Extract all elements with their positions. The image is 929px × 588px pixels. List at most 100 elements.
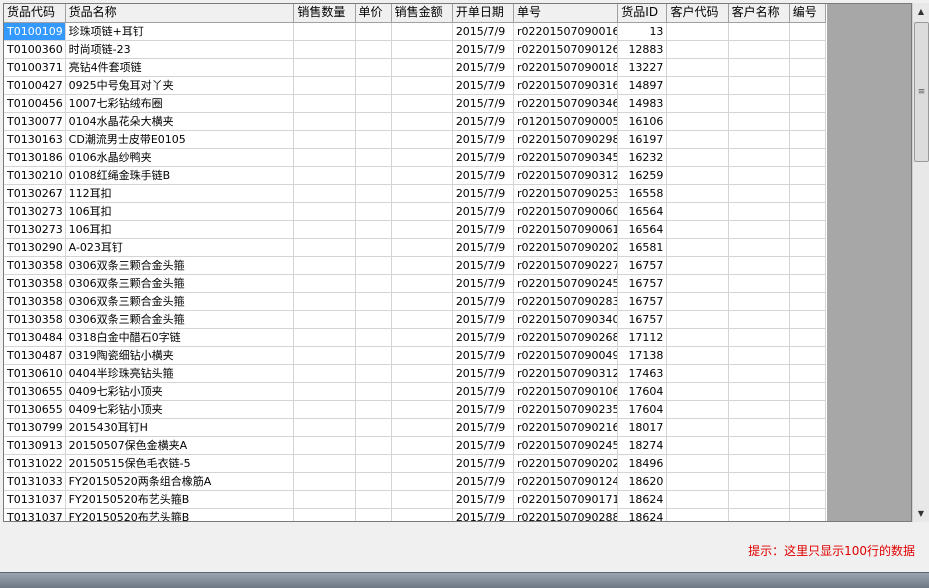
table-cell[interactable]: r02201507090061 <box>513 220 619 239</box>
table-cell[interactable]: T0130210 <box>4 166 66 185</box>
table-cell[interactable] <box>728 436 790 455</box>
table-cell[interactable] <box>355 58 392 77</box>
table-cell[interactable]: 17112 <box>617 328 668 347</box>
table-cell[interactable] <box>391 40 453 59</box>
table-cell[interactable] <box>666 202 729 221</box>
table-cell[interactable]: 2015/7/9 <box>452 202 514 221</box>
table-row[interactable]: T0130913 20150507保色金横夹A 2015/7/9 r022015070… <box>4 436 827 455</box>
table-cell[interactable] <box>789 166 827 185</box>
table-cell[interactable]: 112耳扣 <box>65 184 295 203</box>
table-cell[interactable] <box>293 184 356 203</box>
table-row[interactable]: T0130487 0319陶瓷细钻小横夹 2015/7/9 r022015070900… <box>4 346 827 365</box>
table-cell[interactable]: 18017 <box>617 418 668 437</box>
table-cell[interactable]: 2015/7/9 <box>452 166 514 185</box>
table-cell[interactable] <box>666 292 729 311</box>
table-cell[interactable] <box>391 418 453 437</box>
table-cell[interactable]: 14983 <box>617 94 668 113</box>
table-cell[interactable] <box>728 508 790 521</box>
table-cell[interactable] <box>728 256 790 275</box>
table-cell[interactable]: 2015/7/9 <box>452 436 514 455</box>
table-cell[interactable]: 2015/7/9 <box>452 490 514 509</box>
table-cell[interactable] <box>391 148 453 167</box>
table-cell[interactable]: 18274 <box>617 436 668 455</box>
table-cell[interactable] <box>293 472 356 491</box>
table-cell[interactable] <box>789 220 827 239</box>
table-cell[interactable]: 13 <box>617 22 668 41</box>
table-cell[interactable] <box>355 166 392 185</box>
table-cell[interactable] <box>789 364 827 383</box>
table-cell[interactable] <box>355 274 392 293</box>
table-cell[interactable]: 14897 <box>617 76 668 95</box>
table-cell[interactable]: 16757 <box>617 310 668 329</box>
table-cell[interactable]: T0130163 <box>4 130 66 149</box>
table-cell[interactable]: 2015/7/9 <box>452 508 514 521</box>
table-cell[interactable]: 0409七彩钻小顶夹 <box>65 400 295 419</box>
table-cell[interactable] <box>789 328 827 347</box>
table-cell[interactable] <box>355 436 392 455</box>
table-cell[interactable] <box>666 76 729 95</box>
table-cell[interactable]: 16259 <box>617 166 668 185</box>
table-cell[interactable] <box>666 256 729 275</box>
table-cell[interactable] <box>355 490 392 509</box>
vertical-scrollbar[interactable]: ▲ ≡ ▼ <box>912 3 929 522</box>
table-cell[interactable] <box>391 328 453 347</box>
table-cell[interactable]: 17463 <box>617 364 668 383</box>
table-cell[interactable]: 2015/7/9 <box>452 148 514 167</box>
table-cell[interactable]: 2015/7/9 <box>452 238 514 257</box>
table-cell[interactable]: r02201507090298 <box>513 130 619 149</box>
table-cell[interactable] <box>391 310 453 329</box>
table-cell[interactable] <box>391 130 453 149</box>
table-cell[interactable]: 17138 <box>617 346 668 365</box>
table-cell[interactable]: T0130077 <box>4 112 66 131</box>
table-cell[interactable] <box>355 454 392 473</box>
table-cell[interactable] <box>355 220 392 239</box>
table-cell[interactable]: 16558 <box>617 184 668 203</box>
table-cell[interactable]: FY20150520布艺头箍B <box>65 490 295 509</box>
table-cell[interactable]: 17604 <box>617 382 668 401</box>
table-cell[interactable]: 2015/7/9 <box>452 454 514 473</box>
table-cell[interactable] <box>293 454 356 473</box>
table-cell[interactable] <box>666 184 729 203</box>
table-cell[interactable]: 2015/7/9 <box>452 274 514 293</box>
table-cell[interactable] <box>728 220 790 239</box>
table-cell[interactable] <box>728 238 790 257</box>
column-header[interactable]: 销售数量 <box>293 4 356 23</box>
table-cell[interactable] <box>355 202 392 221</box>
table-cell[interactable]: r02201507090235 <box>513 400 619 419</box>
table-cell[interactable] <box>355 130 392 149</box>
table-cell[interactable]: 0404半珍珠亮钻头箍 <box>65 364 295 383</box>
table-cell[interactable] <box>789 400 827 419</box>
table-cell[interactable] <box>293 418 356 437</box>
table-cell[interactable] <box>293 508 356 521</box>
table-cell[interactable]: 106耳扣 <box>65 202 295 221</box>
table-cell[interactable]: 16581 <box>617 238 668 257</box>
table-cell[interactable]: r02201507090283 <box>513 292 619 311</box>
table-cell[interactable] <box>355 292 392 311</box>
table-cell[interactable] <box>666 22 729 41</box>
table-cell[interactable] <box>293 94 356 113</box>
scroll-up-arrow-icon[interactable]: ▲ <box>913 3 929 20</box>
table-cell[interactable]: T0130799 <box>4 418 66 437</box>
table-cell[interactable]: 16564 <box>617 202 668 221</box>
table-cell[interactable]: 13227 <box>617 58 668 77</box>
table-cell[interactable]: 2015430耳钉H <box>65 418 295 437</box>
table-cell[interactable] <box>666 274 729 293</box>
table-cell[interactable]: r02201507090216 <box>513 418 619 437</box>
table-cell[interactable] <box>789 184 827 203</box>
table-cell[interactable]: 2015/7/9 <box>452 382 514 401</box>
table-cell[interactable] <box>293 130 356 149</box>
table-row[interactable]: T0130358 0306双条三颗合金头箍 2015/7/9 r02201507090… <box>4 274 827 293</box>
table-cell[interactable] <box>789 130 827 149</box>
table-cell[interactable]: 2015/7/9 <box>452 346 514 365</box>
table-cell[interactable] <box>728 22 790 41</box>
table-cell[interactable] <box>728 40 790 59</box>
table-cell[interactable] <box>293 274 356 293</box>
table-cell[interactable] <box>728 148 790 167</box>
table-cell[interactable]: 16106 <box>617 112 668 131</box>
table-cell[interactable]: 0319陶瓷细钻小横夹 <box>65 346 295 365</box>
table-cell[interactable]: 亮钻4件套项链 <box>65 58 295 77</box>
table-cell[interactable]: 0306双条三颗合金头箍 <box>65 274 295 293</box>
table-cell[interactable]: 16564 <box>617 220 668 239</box>
table-cell[interactable] <box>391 220 453 239</box>
table-cell[interactable] <box>789 94 827 113</box>
